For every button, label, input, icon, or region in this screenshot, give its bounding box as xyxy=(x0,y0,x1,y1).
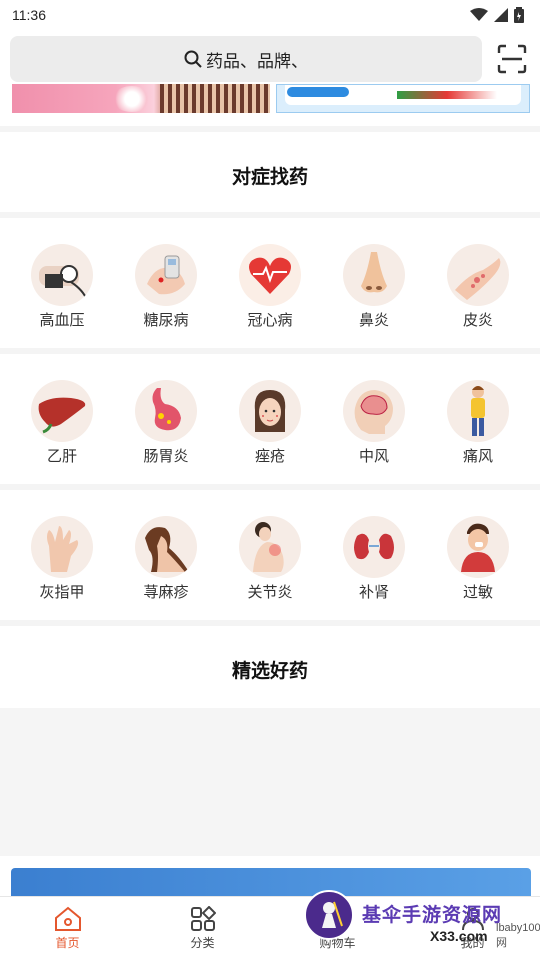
category-coronary[interactable]: 冠心病 xyxy=(225,244,315,364)
category-hypertension[interactable]: 高血压 xyxy=(17,244,107,364)
liver-icon xyxy=(31,380,93,442)
category-gastroenteritis[interactable]: 肠胃炎 xyxy=(121,380,211,500)
watermark-overlay: 基伞手游资源网 X33.com lbaby100网 xyxy=(300,888,540,960)
brain-icon xyxy=(343,380,405,442)
category-label: 糖尿病 xyxy=(143,312,189,329)
category-rhinitis[interactable]: 鼻炎 xyxy=(329,244,419,364)
tab-category[interactable]: 分类 xyxy=(135,897,270,960)
section-divider xyxy=(0,620,540,626)
nose-icon xyxy=(343,244,405,306)
section-divider xyxy=(0,484,540,490)
wifi-icon xyxy=(470,8,488,21)
tab-home[interactable]: 首页 xyxy=(0,897,135,960)
acne-icon xyxy=(239,380,301,442)
hives-icon xyxy=(135,516,197,578)
status-icons xyxy=(470,7,524,23)
watermark-logo xyxy=(304,890,354,940)
category-label: 鼻炎 xyxy=(358,312,389,329)
category-label: 乙肝 xyxy=(46,448,77,465)
home-icon xyxy=(54,906,81,931)
category-diabetes[interactable]: 糖尿病 xyxy=(121,244,211,364)
tab-label: 分类 xyxy=(190,936,215,950)
category-label: 肠胃炎 xyxy=(143,448,189,465)
scan-button[interactable] xyxy=(496,43,528,75)
promo-banner-left[interactable] xyxy=(12,84,270,113)
category-label: 高血压 xyxy=(39,312,85,329)
featured-section-title: 精选好药 xyxy=(231,661,308,682)
watermark-site: X33.com xyxy=(430,928,488,944)
category-label: 过敏 xyxy=(462,584,493,601)
category-label: 关节炎 xyxy=(247,584,293,601)
search-row: 药品、品牌、 xyxy=(0,34,540,84)
section-divider xyxy=(0,348,540,354)
category-row-3: 灰指甲 荨麻疹 关节炎 补肾 过敏 xyxy=(0,516,540,636)
category-kidney[interactable]: 补肾 xyxy=(329,516,419,636)
featured-products-area xyxy=(0,708,540,856)
category-label: 冠心病 xyxy=(247,312,293,329)
kidney-icon xyxy=(343,516,405,578)
blood-pressure-icon xyxy=(31,244,93,306)
category-gout[interactable]: 痛风 xyxy=(433,380,523,500)
category-label: 灰指甲 xyxy=(39,584,85,601)
banner-strip xyxy=(0,84,540,114)
nail-icon xyxy=(31,516,93,578)
category-arthritis[interactable]: 关节炎 xyxy=(225,516,315,636)
category-acne[interactable]: 痤疮 xyxy=(225,380,315,500)
allergy-icon xyxy=(447,516,509,578)
status-time: 11:36 xyxy=(12,7,46,23)
ninja-icon xyxy=(322,901,343,928)
category-label: 痛风 xyxy=(462,448,493,465)
status-bar: 11:36 xyxy=(0,0,540,30)
symptoms-section-title: 对症找药 xyxy=(231,167,308,188)
skin-icon xyxy=(447,244,509,306)
category-dermatitis[interactable]: 皮炎 xyxy=(433,244,523,364)
category-row-1: 高血压 糖尿病 冠心病 鼻炎 皮炎 xyxy=(0,244,540,364)
category-label: 补肾 xyxy=(358,584,389,601)
joint-icon xyxy=(239,516,301,578)
section-divider xyxy=(0,126,540,132)
category-allergy[interactable]: 过敏 xyxy=(433,516,523,636)
category-urticaria[interactable]: 荨麻疹 xyxy=(121,516,211,636)
watermark-sub: lbaby100网 xyxy=(496,922,540,949)
signal-icon xyxy=(494,8,508,22)
diabetes-icon xyxy=(135,244,197,306)
promo-banner-right[interactable] xyxy=(276,84,530,113)
category-hepatitis-b[interactable]: 乙肝 xyxy=(17,380,107,500)
heart-icon xyxy=(239,244,301,306)
search-icon xyxy=(184,50,202,68)
search-input[interactable]: 药品、品牌、 xyxy=(10,36,482,82)
category-label: 中风 xyxy=(358,448,389,465)
grid-icon xyxy=(190,906,216,931)
stomach-icon xyxy=(135,380,197,442)
watermark-title: 基伞手游资源网 xyxy=(362,905,503,926)
category-label: 痤疮 xyxy=(254,448,285,465)
search-placeholder: 药品、品牌、 xyxy=(206,51,308,71)
battery-icon xyxy=(514,7,524,23)
category-row-2: 乙肝 肠胃炎 痤疮 中风 痛风 xyxy=(0,380,540,500)
category-label: 荨麻疹 xyxy=(143,584,189,601)
category-stroke[interactable]: 中风 xyxy=(329,380,419,500)
category-label: 皮炎 xyxy=(462,312,493,329)
category-onychomycosis[interactable]: 灰指甲 xyxy=(17,516,107,636)
gout-icon xyxy=(447,380,509,442)
tab-label: 首页 xyxy=(55,936,80,950)
scan-icon xyxy=(497,44,527,74)
section-divider xyxy=(0,212,540,218)
